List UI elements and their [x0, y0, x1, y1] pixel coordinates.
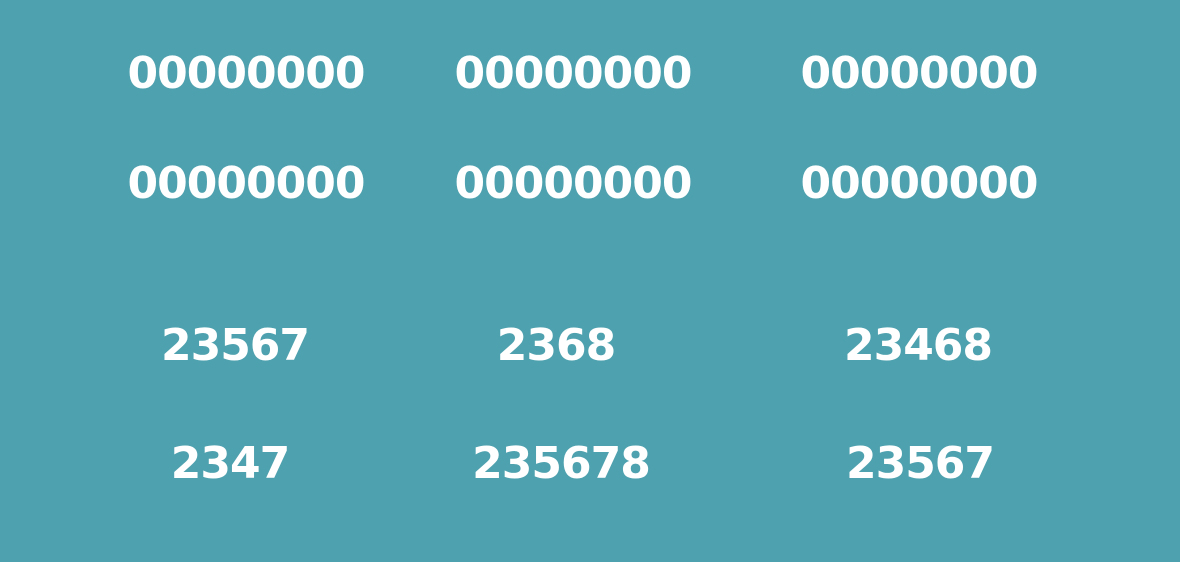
grid-cell-r1-c2: 00000000 [454, 48, 693, 99]
grid-cell-r2-c3: 00000000 [800, 158, 1039, 209]
grid-cell-r1-c3: 00000000 [800, 48, 1039, 99]
grid-cell-r3-c2: 2368 [496, 320, 616, 371]
grid-cell-r3-c1: 23567 [160, 320, 310, 371]
grid-cell-r2-c1: 00000000 [127, 158, 366, 209]
grid-cell-r4-c1: 2347 [170, 438, 290, 489]
grid-cell-r3-c3: 23468 [843, 320, 993, 371]
grid-cell-r2-c2: 00000000 [454, 158, 693, 209]
grid-cell-r4-c2: 235678 [472, 438, 651, 489]
grid-cell-r4-c3: 23567 [845, 438, 995, 489]
grid-cell-r1-c1: 00000000 [127, 48, 366, 99]
